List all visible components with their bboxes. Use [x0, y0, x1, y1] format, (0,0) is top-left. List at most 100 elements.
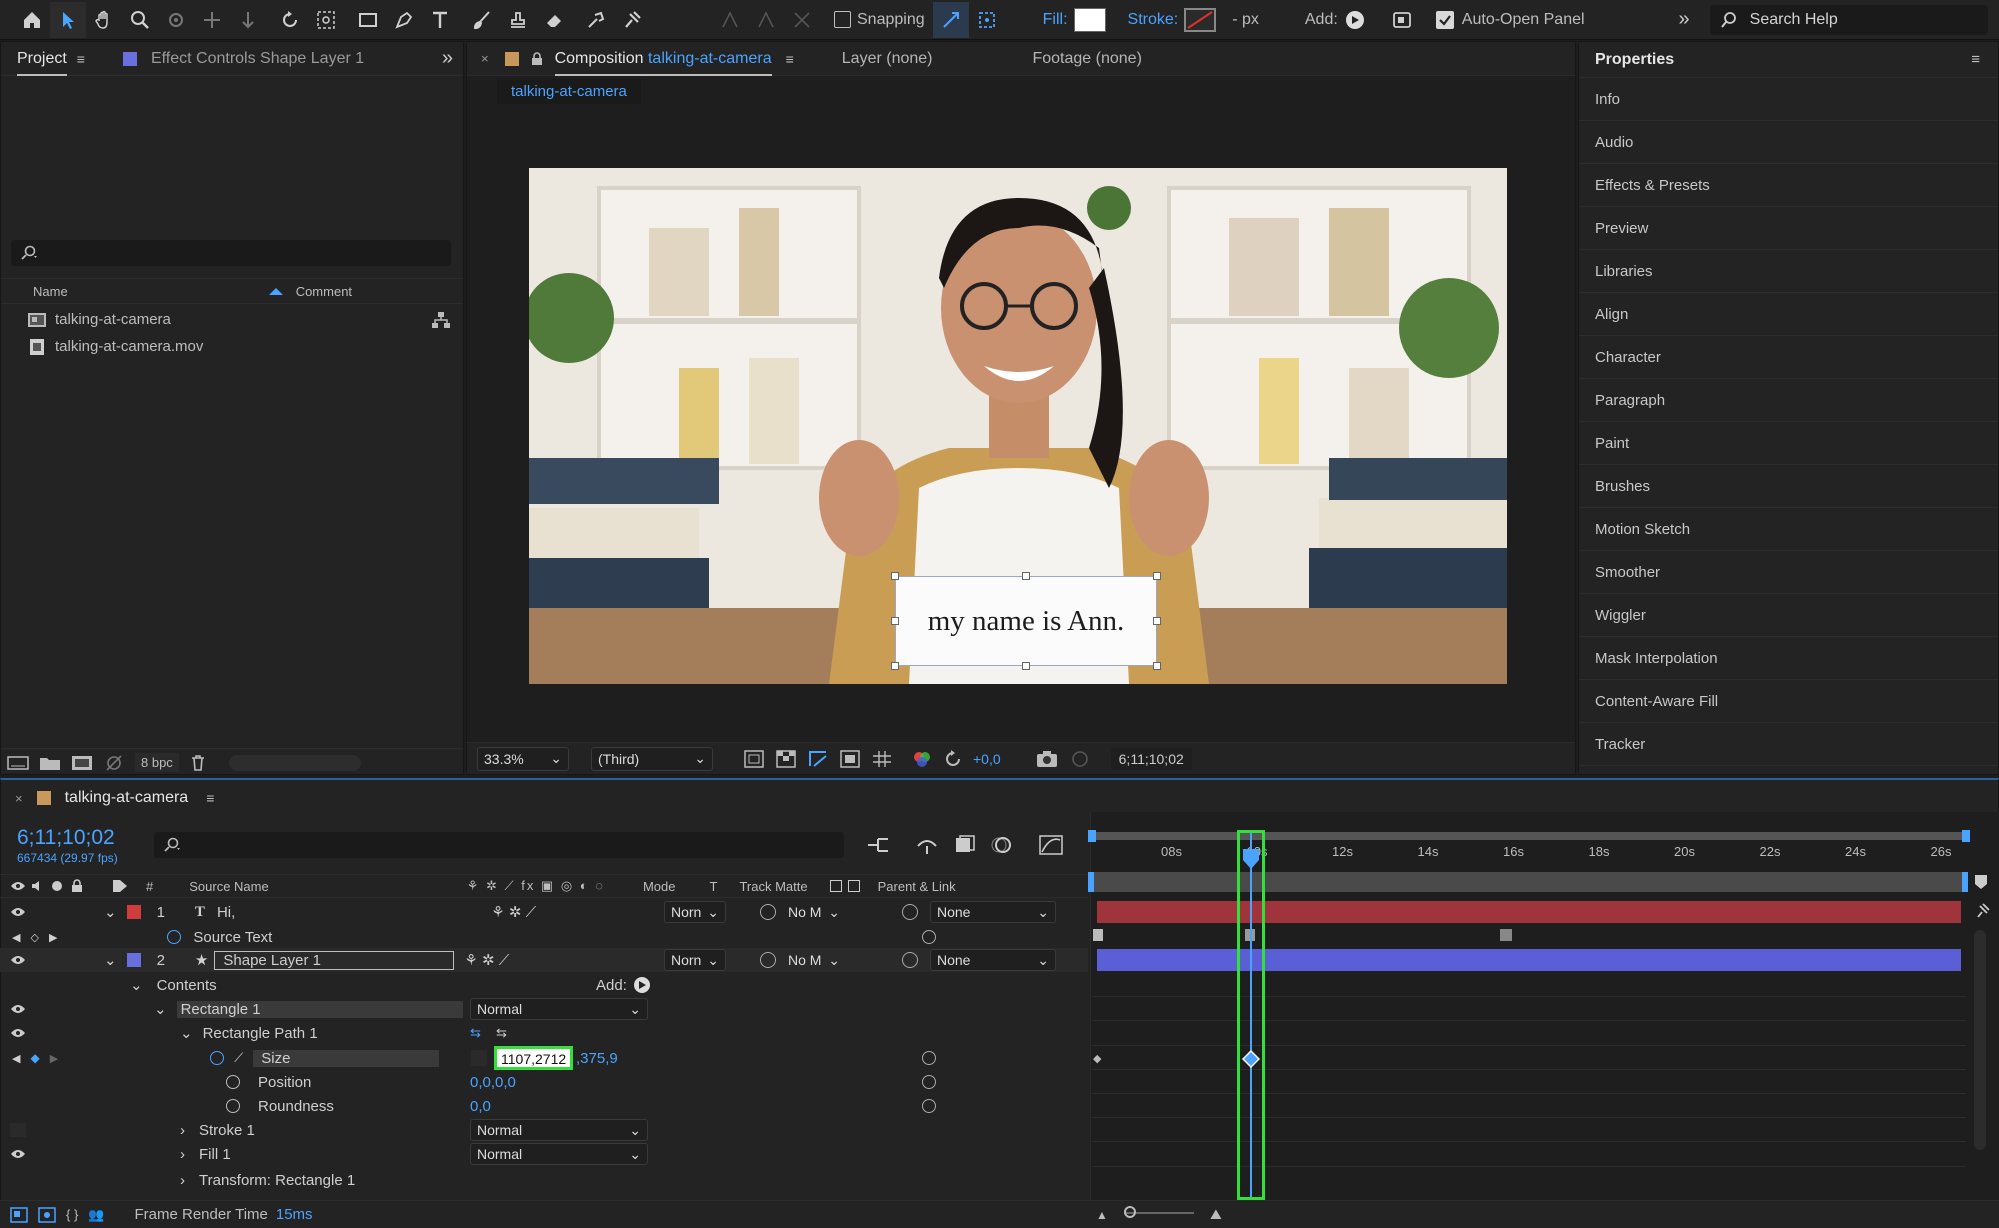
comp-marker-icon[interactable]: [1974, 874, 1988, 890]
caption-shape-layer[interactable]: my name is Ann.: [895, 576, 1157, 666]
properties-item-audio[interactable]: Audio: [1579, 121, 1998, 164]
constrain-proportions-icon[interactable]: [471, 1050, 487, 1066]
new-folder-icon[interactable]: [39, 754, 61, 772]
next-keyframe-icon[interactable]: ▶: [50, 1052, 58, 1065]
guides-icon[interactable]: [839, 749, 861, 769]
parent-pickwhip-icon[interactable]: [902, 904, 918, 920]
search-help-field[interactable]: Search Help: [1709, 4, 1988, 35]
properties-item-content-aware-fill[interactable]: Content-Aware Fill: [1579, 680, 1998, 723]
stopwatch-icon[interactable]: [210, 1051, 225, 1065]
parent-dropdown[interactable]: None ⌄: [930, 901, 1056, 923]
rectangle-group-row[interactable]: ⌄ Rectangle 1 Normal ⌄: [0, 997, 1088, 1021]
stroke-blend-mode-dropdown[interactable]: Normal ⌄: [470, 1119, 648, 1141]
timeline-vertical-scrollbar[interactable]: [1974, 930, 1986, 1150]
col-track-matte[interactable]: Track Matte: [739, 879, 807, 894]
workspace-overflow-icon[interactable]: »: [1679, 8, 1690, 31]
project-search-input[interactable]: [11, 240, 451, 266]
tab-footage[interactable]: Footage (none): [1032, 50, 1141, 68]
region-of-interest-icon[interactable]: [743, 749, 765, 769]
lock-icon[interactable]: [531, 51, 543, 66]
layer-switches[interactable]: ⚘ ✲ ⟋: [464, 951, 509, 969]
project-menu-icon[interactable]: ≡: [77, 51, 85, 67]
expression-pickwhip-icon[interactable]: [922, 930, 936, 944]
transform-handle[interactable]: [891, 572, 899, 580]
stroke-row[interactable]: › Stroke 1 Normal ⌄: [0, 1118, 1088, 1142]
rectangle-group-label[interactable]: Rectangle 1: [176, 1000, 463, 1018]
properties-item-align[interactable]: Align: [1579, 293, 1998, 336]
project-item-footage[interactable]: talking-at-camera.mov: [1, 333, 463, 360]
solo-icon[interactable]: [52, 881, 62, 891]
transform-handle[interactable]: [891, 662, 899, 670]
motion-blur-icon[interactable]: [990, 834, 1016, 856]
properties-item-smoother[interactable]: Smoother: [1579, 551, 1998, 594]
dolly-camera-icon[interactable]: [230, 2, 266, 38]
layer-switches-toggle-icon[interactable]: [10, 1206, 28, 1223]
snap-features-icon[interactable]: [969, 2, 1005, 38]
layer-2-duration-bar[interactable]: [1097, 949, 1961, 971]
properties-item-libraries[interactable]: Libraries: [1579, 250, 1998, 293]
properties-item-brushes[interactable]: Brushes: [1579, 465, 1998, 508]
caption-text[interactable]: my name is Ann.: [928, 605, 1125, 638]
fill-swatch[interactable]: [1073, 7, 1106, 32]
hold-keyframe[interactable]: [1500, 929, 1512, 941]
tab-timeline-comp[interactable]: talking-at-camera: [65, 789, 189, 807]
transform-handle[interactable]: [1153, 572, 1161, 580]
size-keyframe-start[interactable]: ◆: [1093, 1052, 1101, 1065]
properties-item-mask-interpolation[interactable]: Mask Interpolation: [1579, 637, 1998, 680]
tab-project[interactable]: Project: [17, 50, 67, 76]
rectangle-blend-mode-dropdown[interactable]: Normal ⌄: [470, 998, 648, 1020]
comp-subtab[interactable]: talking-at-camera: [497, 78, 641, 104]
timeline-timecode[interactable]: 6;11;10;02: [17, 826, 115, 850]
project-thumbnail-slider[interactable]: [228, 754, 361, 771]
close-tab-icon[interactable]: ×: [15, 791, 23, 806]
path-direction-icon[interactable]: ⇆: [470, 1025, 481, 1041]
eye-icon[interactable]: [10, 880, 26, 892]
properties-item-tracker[interactable]: Tracker: [1579, 723, 1998, 766]
chevron-down-icon[interactable]: ⌄: [180, 1024, 193, 1042]
stroke-swatch[interactable]: [1184, 7, 1217, 32]
pen-tool-icon[interactable]: [386, 2, 422, 38]
col-mode[interactable]: Mode: [643, 879, 676, 894]
auto-open-checkbox[interactable]: [1435, 10, 1454, 29]
chevron-down-icon[interactable]: ⌄: [154, 1000, 167, 1018]
zoom-tool-icon[interactable]: [122, 2, 158, 38]
snapshot-camera-icon[interactable]: [1035, 749, 1059, 769]
transform-handle[interactable]: [1022, 572, 1030, 580]
col-name[interactable]: Name: [33, 284, 68, 299]
position-value[interactable]: 0,0,0,0: [470, 1074, 516, 1091]
position-property-row[interactable]: Position 0,0,0,0: [0, 1070, 1088, 1094]
track-matte-dropdown[interactable]: No M ⌄: [782, 949, 846, 971]
viewer-timecode[interactable]: 6;11;10;02: [1110, 747, 1192, 770]
auto-open-toggle[interactable]: Auto-Open Panel: [1435, 10, 1585, 29]
stroke-width-value[interactable]: - px: [1232, 11, 1259, 29]
panel-overflow-icon[interactable]: »: [442, 47, 453, 70]
chevron-right-icon[interactable]: ›: [180, 1122, 185, 1139]
exposure-value[interactable]: +0,0: [973, 751, 1001, 767]
graph-editor-icon[interactable]: [1038, 834, 1064, 856]
track-matte-dropdown[interactable]: No M ⌄: [782, 901, 846, 923]
roundness-property-row[interactable]: Roundness 0,0: [0, 1094, 1088, 1118]
size-value-height[interactable]: ,375,9: [576, 1050, 618, 1067]
flowchart-icon[interactable]: [431, 311, 451, 329]
properties-item-info[interactable]: Info: [1579, 78, 1998, 121]
snapping-toggle[interactable]: Snapping: [834, 11, 925, 29]
path-reverse-icon[interactable]: ⇆: [496, 1025, 507, 1041]
color-channels-icon[interactable]: [911, 748, 933, 770]
new-composition-icon[interactable]: [71, 754, 93, 772]
transform-handle[interactable]: [891, 617, 899, 625]
transform-handle[interactable]: [1153, 617, 1161, 625]
stopwatch-icon[interactable]: [226, 1099, 240, 1113]
properties-item-paragraph[interactable]: Paragraph: [1579, 379, 1998, 422]
anchor-point-tool-icon[interactable]: [308, 2, 344, 38]
snap-edges-icon[interactable]: [932, 1, 969, 38]
transfer-controls-toggle-icon[interactable]: [38, 1206, 56, 1223]
zoom-in-icon[interactable]: ⛰: [1210, 1206, 1222, 1223]
col-source-name[interactable]: Source Name: [189, 879, 268, 894]
chevron-down-icon[interactable]: ⌄: [104, 903, 117, 921]
audio-icon[interactable]: [30, 880, 46, 892]
layer-label-color[interactable]: [126, 905, 141, 919]
stopwatch-icon[interactable]: [226, 1075, 240, 1089]
comp-viewer-frame[interactable]: my name is Ann.: [529, 168, 1507, 684]
transparency-grid-icon[interactable]: [775, 749, 797, 769]
layer-label-color[interactable]: [126, 953, 141, 967]
